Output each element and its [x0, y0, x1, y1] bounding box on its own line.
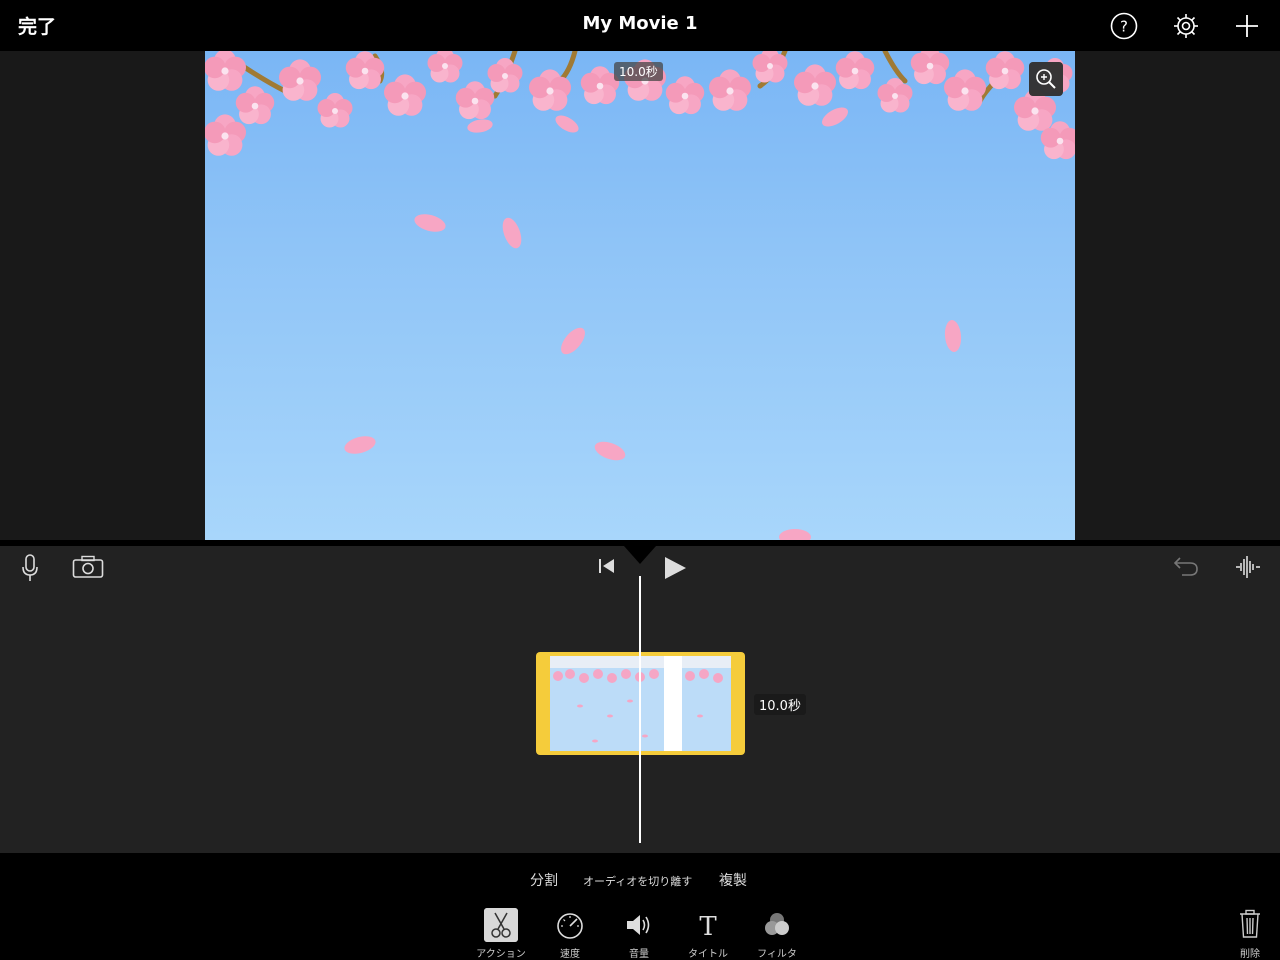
title-icon: T: [699, 912, 717, 942]
settings-icon[interactable]: [1172, 12, 1200, 40]
tool-label: 音量: [629, 949, 649, 960]
tool-label: アクション: [476, 949, 526, 960]
playhead-marker: [624, 546, 656, 564]
skip-to-start-icon[interactable]: [597, 557, 617, 575]
split-button[interactable]: 分割: [530, 870, 558, 890]
tool-label: タイトル: [688, 949, 728, 960]
trash-icon: [1240, 909, 1260, 938]
tool-action[interactable]: アクション: [471, 908, 531, 960]
audio-waveform-icon[interactable]: [1234, 554, 1262, 580]
tool-label: 速度: [560, 949, 580, 960]
tool-label: フィルタ: [757, 949, 797, 960]
help-icon[interactable]: ?: [1110, 12, 1138, 40]
scissors-icon: [484, 908, 518, 942]
duplicate-button[interactable]: 複製: [719, 870, 747, 890]
tool-title[interactable]: T タイトル: [678, 908, 738, 960]
svg-text:?: ?: [1120, 18, 1128, 36]
timeline-area: 10.0秒: [0, 546, 1280, 853]
play-icon[interactable]: [662, 555, 688, 581]
tool-volume[interactable]: 音量: [609, 908, 669, 960]
microphone-icon[interactable]: [20, 554, 40, 582]
preview-viewer: 10.0秒: [0, 51, 1280, 540]
volume-icon: [627, 915, 650, 935]
bottom-toolbar: 分割 オーディオを切り離す 複製 アクション 速度 音量 T タイトル フィルタ…: [0, 853, 1280, 960]
tool-speed[interactable]: 速度: [540, 908, 600, 960]
add-icon[interactable]: [1233, 12, 1261, 40]
cherry-blossom-artwork: [205, 51, 1075, 540]
camera-icon[interactable]: [72, 555, 104, 579]
zoom-in-icon[interactable]: [1029, 62, 1063, 96]
filter-icon: [765, 913, 789, 935]
delete-button[interactable]: 削除: [1232, 909, 1268, 960]
duration-overlay: 10.0秒: [614, 62, 663, 81]
delete-label: 削除: [1240, 949, 1260, 960]
undo-icon[interactable]: [1172, 555, 1200, 577]
tool-filter[interactable]: フィルタ: [747, 908, 807, 960]
detach-audio-button[interactable]: オーディオを切り離す: [583, 873, 692, 889]
playhead-line[interactable]: [639, 576, 641, 843]
top-bar: 完了 My Movie 1 ?: [0, 0, 1280, 51]
preview-canvas[interactable]: 10.0秒: [205, 51, 1075, 540]
svg-text:T: T: [699, 912, 717, 942]
speedometer-icon: [557, 913, 583, 939]
project-title: My Movie 1: [582, 13, 698, 34]
clip-duration-badge: 10.0秒: [754, 694, 806, 715]
